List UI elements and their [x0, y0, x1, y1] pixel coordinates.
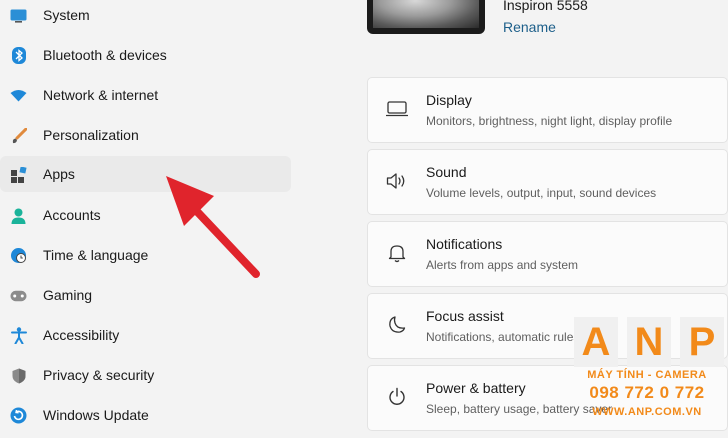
- card-description: Alerts from apps and system: [426, 258, 579, 272]
- watermark-tagline: MÁY TÍNH - CAMERA: [587, 369, 707, 381]
- sidebar-item-label: Apps: [43, 166, 75, 182]
- watermark-letter: N: [627, 317, 671, 367]
- sidebar-item-label: Windows Update: [43, 407, 149, 423]
- sidebar-item-label: Privacy & security: [43, 367, 155, 383]
- card-title: Notifications: [426, 236, 503, 252]
- display-icon: [385, 97, 409, 121]
- watermark-phone: 098 772 0 772: [589, 383, 705, 402]
- sidebar-item-system[interactable]: System: [0, 0, 291, 33]
- card-description: Notifications, automatic rules: [426, 330, 580, 344]
- rename-link[interactable]: Rename: [503, 19, 556, 35]
- speaker-icon: [385, 169, 409, 193]
- bluetooth-icon: [10, 47, 27, 64]
- sidebar-item-privacy-security[interactable]: Privacy & security: [0, 357, 291, 393]
- brush-icon: [10, 127, 27, 144]
- watermark-website: WWW.ANP.COM.VN: [592, 406, 702, 418]
- card-description: Monitors, brightness, night light, displ…: [426, 114, 673, 128]
- update-icon: [10, 407, 27, 424]
- watermark-letter: P: [680, 317, 724, 367]
- sidebar-item-personalization[interactable]: Personalization: [0, 117, 291, 153]
- notifications-card[interactable]: Notifications Alerts from apps and syste…: [367, 221, 728, 287]
- moon-icon: [385, 313, 409, 337]
- card-title: Display: [426, 92, 472, 108]
- accessibility-icon: [10, 327, 27, 344]
- sidebar-item-accessibility[interactable]: Accessibility: [0, 317, 291, 353]
- sidebar-item-label: Network & internet: [43, 87, 159, 103]
- anp-watermark-logo: A N P MÁY TÍNH - CAMERA 098 772 0 772 WW…: [574, 317, 724, 433]
- sidebar-item-windows-update[interactable]: Windows Update: [0, 397, 291, 433]
- card-title: Focus assist: [426, 308, 504, 324]
- sidebar-item-gaming[interactable]: Gaming: [0, 277, 291, 313]
- sidebar-item-label: Gaming: [43, 287, 93, 303]
- bell-icon: [385, 241, 409, 265]
- apps-icon: [10, 166, 27, 183]
- watermark-letters: A N P: [574, 317, 724, 367]
- sidebar-item-apps[interactable]: Apps: [0, 156, 291, 192]
- sidebar-item-label: Personalization: [43, 127, 139, 143]
- power-icon: [385, 385, 409, 409]
- sidebar-item-label: Accounts: [43, 207, 101, 223]
- display-card[interactable]: Display Monitors, brightness, night ligh…: [367, 77, 728, 143]
- wallpaper-image: [373, 0, 479, 28]
- sidebar-item-label: Time & language: [43, 247, 149, 263]
- sidebar-nav: System Bluetooth & devices Network & int…: [0, 0, 300, 438]
- card-description: Volume levels, output, input, sound devi…: [426, 186, 657, 200]
- sidebar-item-label: Accessibility: [43, 327, 120, 343]
- sidebar-item-accounts[interactable]: Accounts: [0, 197, 291, 233]
- device-wallpaper-thumbnail: [367, 0, 485, 34]
- clock-globe-icon: [10, 247, 27, 264]
- wifi-icon: [10, 87, 27, 104]
- person-icon: [10, 207, 27, 224]
- device-name: Inspiron 5558: [503, 0, 588, 13]
- shield-icon: [10, 367, 27, 384]
- system-icon: [10, 7, 27, 24]
- sidebar-item-network-internet[interactable]: Network & internet: [0, 77, 291, 113]
- sidebar-item-time-language[interactable]: Time & language: [0, 237, 291, 273]
- sound-card[interactable]: Sound Volume levels, output, input, soun…: [367, 149, 728, 215]
- watermark-letter: A: [574, 317, 618, 367]
- sidebar-item-label: Bluetooth & devices: [43, 47, 167, 63]
- card-title: Sound: [426, 164, 467, 180]
- card-title: Power & battery: [426, 380, 526, 396]
- gamepad-icon: [10, 287, 27, 304]
- sidebar-item-label: System: [43, 7, 90, 23]
- sidebar-item-bluetooth-devices[interactable]: Bluetooth & devices: [0, 37, 291, 73]
